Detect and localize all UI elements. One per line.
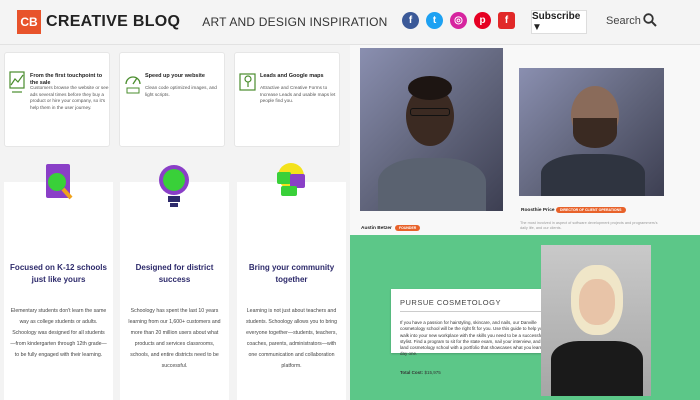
course-divider [400, 311, 546, 312]
feature-body: Customers browse the website or see ads … [30, 85, 109, 110]
lightbulb-icon [159, 165, 189, 207]
feature-body: Attractive and Creative Forms to Increas… [260, 85, 336, 104]
info-card: Bring your community together Learning i… [237, 163, 346, 400]
search-label[interactable]: Search [606, 15, 641, 27]
course-description: If you have a passion for hairstyling, s… [400, 320, 545, 357]
map-pin-icon [239, 73, 256, 91]
feature-title: Speed up your website [145, 73, 205, 79]
card-title: Designed for district success [135, 263, 214, 284]
logo-text: CREATIVE BLOQ [46, 13, 181, 30]
profile-photo [519, 68, 664, 196]
card-title: Bring your community together [248, 263, 335, 284]
subscribe-button[interactable]: Subscribe ▼ [531, 10, 587, 34]
site-logo[interactable]: CB CREATIVE BLOQ [17, 10, 180, 34]
info-card: Designed for district success Schoology … [120, 165, 229, 400]
magnifier-book-icon [46, 164, 73, 200]
twitter-icon[interactable]: t [426, 12, 443, 29]
profile-name: Austin Betzer [361, 226, 392, 231]
pinterest-icon[interactable]: p [474, 12, 491, 29]
card-title: Focused on K-12 schools just like yours [10, 263, 107, 284]
site-tagline: ART AND DESIGN INSPIRATION [202, 15, 388, 29]
course-cost: Total Cost: $15,975 [400, 370, 441, 375]
cards-section: Focused on K-12 schools just like yours … [0, 160, 350, 400]
course-title: PURSUE COSMETOLOGY [400, 298, 501, 307]
feature-card: From the first touchpoint to the sale Cu… [4, 52, 110, 147]
feature-card: Leads and Google maps Attractive and Cre… [234, 52, 340, 147]
profile-name: Roosthie Price [521, 208, 555, 213]
feature-title: Leads and Google maps [260, 73, 324, 79]
course-cost-label: Total Cost: [400, 370, 424, 375]
speedometer-icon [125, 76, 141, 94]
info-card: Focused on K-12 schools just like yours … [4, 164, 113, 400]
features-section: From the first touchpoint to the sale Cu… [0, 45, 350, 160]
profile-photo [360, 48, 503, 211]
card-body: Schoology has spent the last 10 years le… [128, 308, 221, 369]
profile-description: The most involved in aspect of software … [520, 221, 658, 230]
social-links: f t ◎ p f [402, 12, 522, 29]
logo-mark: CB [17, 10, 41, 34]
course-cost-value: $15,975 [424, 370, 441, 375]
search-icon[interactable] [643, 13, 657, 27]
profile-role-badge: DIRECTOR OF CLIENT OPERATIONS [556, 207, 626, 213]
facebook-icon[interactable]: f [402, 12, 419, 29]
feature-body: Clean code optimized images, and light s… [145, 85, 217, 97]
instagram-icon[interactable]: ◎ [450, 12, 467, 29]
model-photo [541, 245, 651, 396]
site-header: CB CREATIVE BLOQ ART AND DESIGN INSPIRAT… [0, 0, 700, 45]
profile-role-badge: FOUNDER [395, 225, 421, 231]
chat-bubbles-icon [277, 163, 305, 196]
funnel-chart-icon [9, 71, 25, 93]
card-body: Learning is not just about teachers and … [245, 308, 338, 369]
card-body: Elementary students don't learn the same… [10, 308, 107, 358]
feature-card: Speed up your website Clean code optimiz… [119, 52, 225, 147]
flipboard-icon[interactable]: f [498, 12, 515, 29]
